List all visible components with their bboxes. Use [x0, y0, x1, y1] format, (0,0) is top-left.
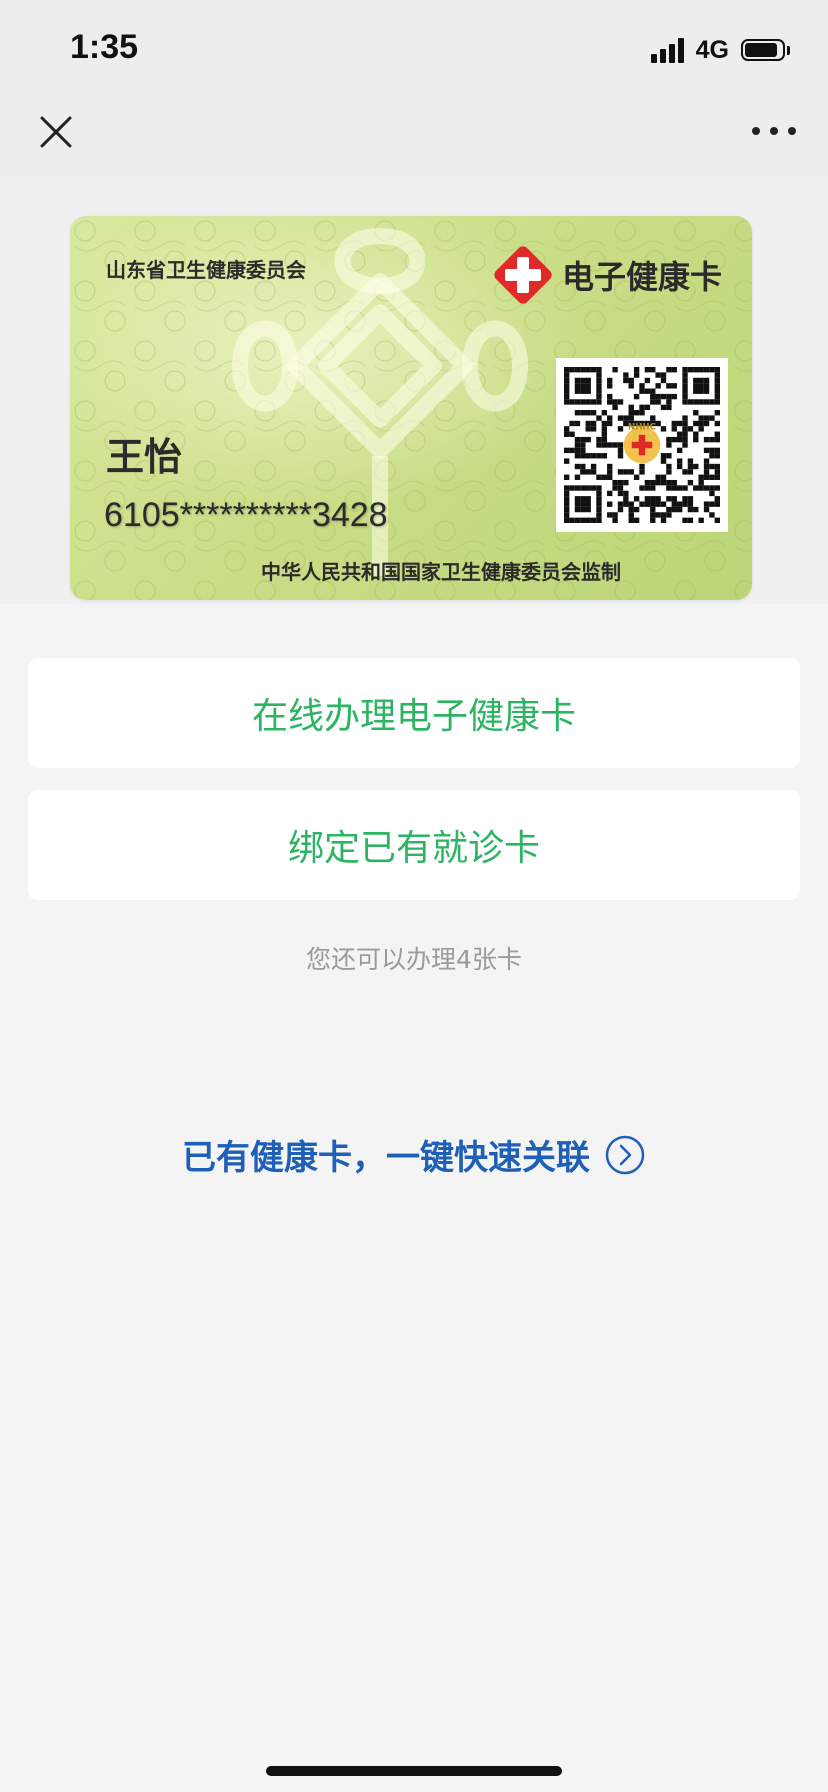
health-card[interactable]: 山东省卫生健康委员会 电子健康卡 王怡 6105**********3428 N…: [70, 216, 752, 600]
status-time: 1:35: [70, 28, 139, 66]
apply-health-card-button[interactable]: 在线办理电子健康卡: [28, 658, 800, 768]
home-indicator[interactable]: [266, 1766, 562, 1776]
qr-logo-text: NHHC: [628, 422, 656, 432]
close-icon: [40, 116, 72, 148]
chevron-right-circle-icon: [605, 1135, 645, 1174]
close-button[interactable]: [34, 110, 78, 154]
card-supervisor: 中华人民共和国国家卫生健康委员会监制: [261, 560, 621, 584]
card-holder-name: 王怡: [106, 435, 183, 479]
more-dots-icon: [752, 127, 760, 135]
status-indicators: 4G: [650, 34, 790, 66]
red-cross-icon: [494, 246, 552, 304]
card-brand: 电子健康卡: [492, 244, 722, 306]
card-brand-title: 电子健康卡: [561, 258, 722, 296]
quick-link-existing-card[interactable]: 已有健康卡，一键快速关联: [0, 1130, 828, 1179]
signal-icon: [650, 37, 684, 63]
card-area: 山东省卫生健康委员会 电子健康卡 王怡 6105**********3428 N…: [0, 176, 828, 604]
network-label: 4G: [695, 35, 729, 64]
quick-link-label: 已有健康卡，一键快速关联: [182, 1138, 590, 1178]
card-issuer: 山东省卫生健康委员会: [106, 258, 306, 282]
qr-code[interactable]: NHHC: [556, 358, 728, 532]
battery-icon: [741, 39, 790, 61]
status-bar: 1:35 4G: [0, 0, 828, 96]
card-holder-id: 6105**********3428: [104, 496, 388, 534]
nav-bar: [0, 96, 828, 176]
more-button[interactable]: [752, 116, 796, 146]
qr-code-icon: NHHC: [564, 367, 720, 523]
remaining-cards-text: 您还可以办理4张卡: [306, 945, 522, 974]
bind-existing-card-button[interactable]: 绑定已有就诊卡: [28, 790, 800, 900]
